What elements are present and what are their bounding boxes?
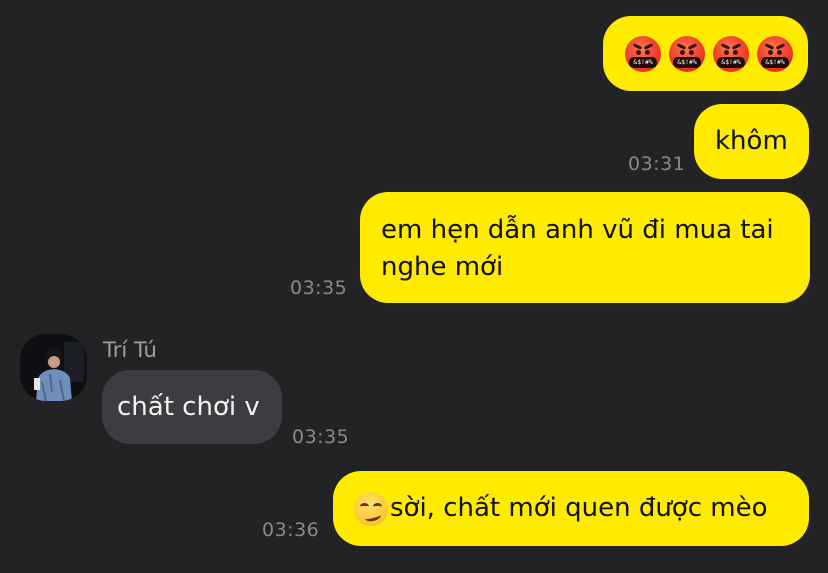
angry-cursing-face-icon: &$!#% bbox=[713, 35, 749, 72]
sender-name: Trí Tú bbox=[103, 338, 157, 362]
message-bubble-emoji[interactable]: &$!#% &$!#% &$!#% &$!#% bbox=[603, 16, 808, 91]
angry-cursing-face-icon: &$!#% bbox=[757, 35, 793, 72]
message-text: chất chơi v bbox=[117, 392, 260, 422]
message-timestamp: 03:31 bbox=[628, 153, 686, 175]
angry-cursing-face-icon: &$!#% bbox=[669, 35, 705, 72]
message-text-line: nghe mới bbox=[381, 252, 504, 282]
message-bubble-incoming[interactable]: chất chơi v bbox=[102, 370, 282, 444]
message-text-line: em hẹn dẫn anh vũ đi mua tai bbox=[381, 215, 774, 245]
message-timestamp: 03:35 bbox=[290, 277, 348, 299]
profile-photo-icon bbox=[20, 334, 87, 401]
message-bubble-outgoing[interactable]: khôm bbox=[694, 104, 809, 179]
message-text: khôm bbox=[715, 126, 788, 156]
message-bubble-outgoing[interactable]: em hẹn dẫn anh vũ đi mua tai nghe mới bbox=[360, 192, 810, 303]
message-timestamp: 03:36 bbox=[262, 519, 320, 541]
message-timestamp: 03:35 bbox=[292, 426, 350, 448]
message-bubble-outgoing[interactable]: sời, chất mới quen được mèo bbox=[333, 471, 809, 546]
avatar[interactable] bbox=[20, 334, 87, 401]
smirking-face-icon bbox=[354, 491, 388, 526]
angry-cursing-face-icon: &$!#% bbox=[625, 35, 661, 72]
message-text: sời, chất mới quen được mèo bbox=[390, 493, 768, 523]
